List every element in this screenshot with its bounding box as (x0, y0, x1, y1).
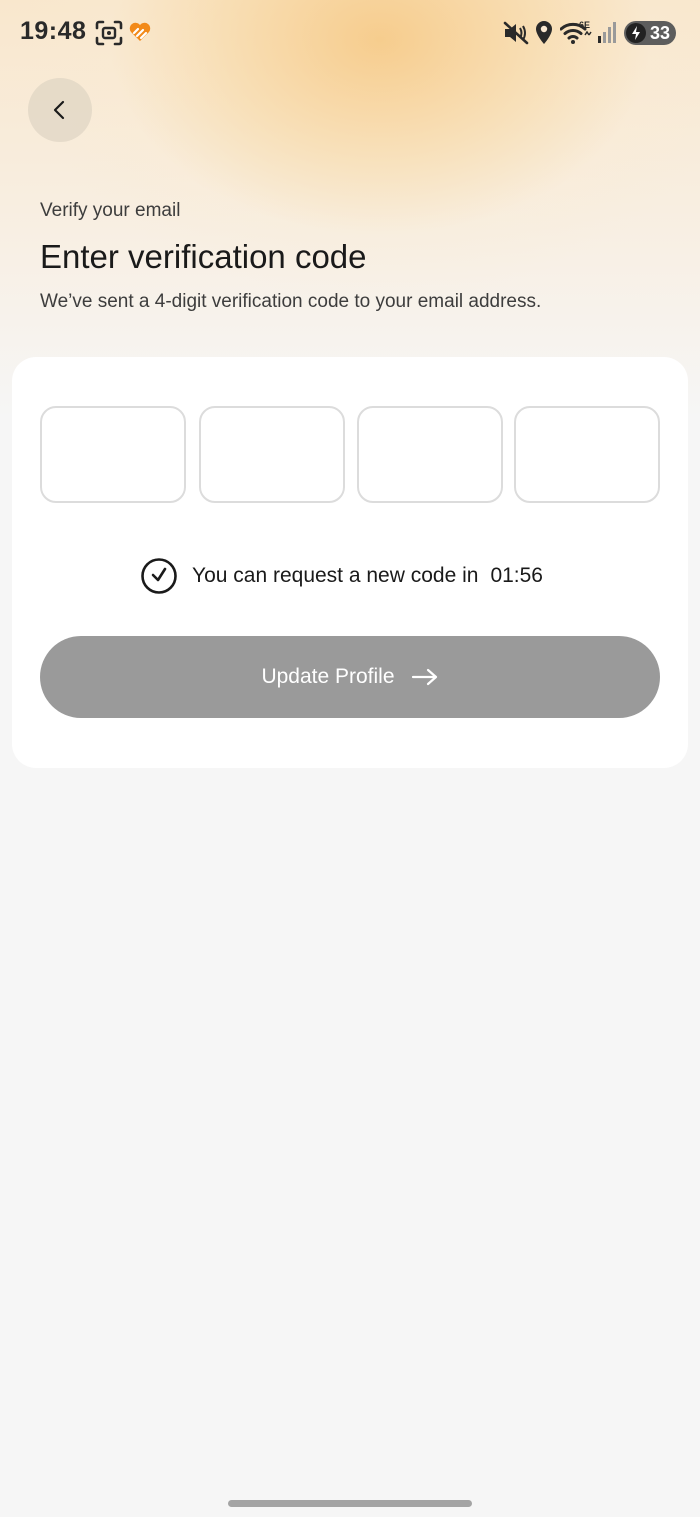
battery-level: 33 (649, 23, 671, 43)
page-title: Enter verification code (40, 238, 367, 275)
page-subtitle: We’ve sent a 4-digit verification code t… (40, 291, 542, 312)
status-bar: 19:48 6E 33 (0, 0, 700, 66)
resend-timer: You can request a new code in 01:56 (140, 557, 543, 595)
screenshot-icon (95, 20, 123, 46)
verification-card: You can request a new code in 01:56 Upda… (12, 357, 688, 768)
wifi-icon: 6E (560, 20, 592, 44)
arrow-right-icon (411, 667, 439, 687)
code-digit-4-input[interactable] (514, 406, 660, 503)
resend-countdown: 01:56 (490, 564, 543, 587)
resend-timer-label: You can request a new code in (192, 564, 479, 587)
back-button[interactable] (28, 78, 92, 142)
eyebrow-label: Verify your email (40, 200, 181, 221)
wifi-band-label: 6E (579, 20, 590, 30)
code-digit-1-input[interactable] (40, 406, 186, 503)
update-profile-button[interactable]: Update Profile (40, 636, 660, 718)
location-icon (536, 21, 552, 44)
charging-icon (626, 23, 646, 43)
chevron-left-icon (53, 100, 65, 120)
home-indicator[interactable] (228, 1500, 472, 1507)
health-app-icon (129, 22, 151, 41)
status-time: 19:48 (20, 17, 87, 45)
battery-indicator: 33 (624, 21, 676, 45)
update-profile-label: Update Profile (261, 665, 395, 688)
code-digit-2-input[interactable] (199, 406, 345, 503)
cellular-signal-icon (598, 22, 616, 43)
code-digit-3-input[interactable] (357, 406, 503, 503)
mute-vibrate-icon (503, 21, 529, 45)
clock-icon (141, 558, 177, 594)
